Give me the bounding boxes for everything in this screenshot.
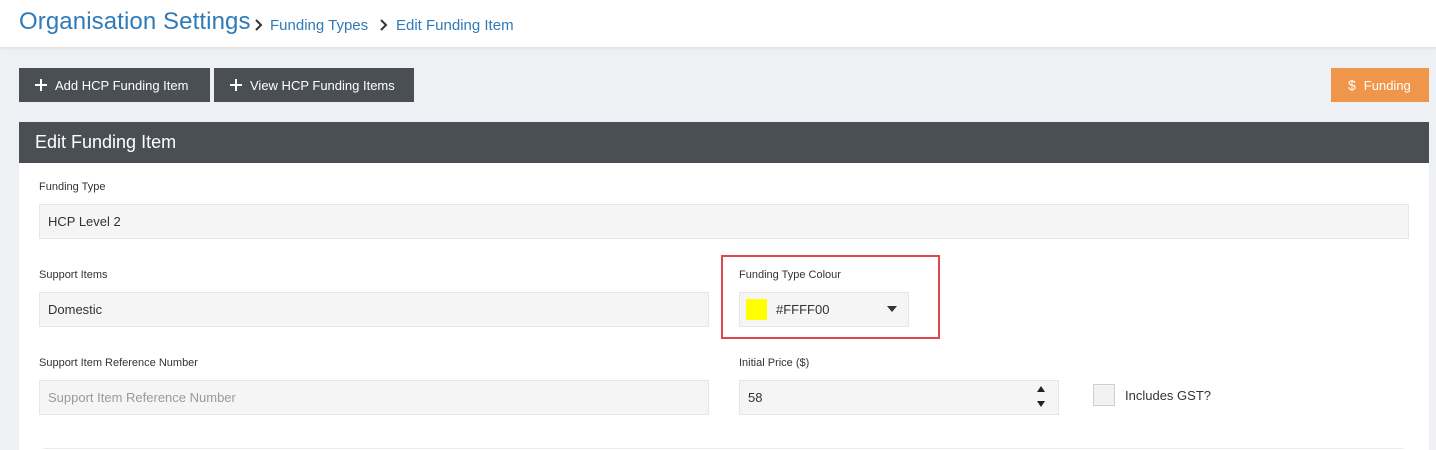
includes-gst-label: Includes GST?: [1125, 388, 1211, 403]
breadcrumb-funding-types[interactable]: Funding Types: [270, 17, 368, 34]
chevron-right-icon: [252, 15, 266, 35]
funding-type-label: Funding Type: [39, 181, 106, 193]
increment-arrow-icon[interactable]: [1037, 386, 1045, 392]
funding-button[interactable]: $ Funding: [1331, 68, 1429, 102]
initial-price-value: 58: [748, 390, 763, 405]
colour-swatch: [746, 299, 767, 320]
funding-type-colour-label: Funding Type Colour: [739, 269, 841, 281]
support-item-ref-label: Support Item Reference Number: [39, 357, 198, 369]
support-item-ref-placeholder: Support Item Reference Number: [48, 390, 236, 405]
view-hcp-funding-items-label: View HCP Funding Items: [250, 77, 395, 93]
page-title: Organisation Settings: [19, 8, 251, 35]
caret-down-icon[interactable]: [887, 306, 897, 312]
includes-gst-checkbox[interactable]: [1093, 384, 1115, 406]
support-items-value: Domestic: [48, 302, 103, 317]
funding-type-field[interactable]: HCP Level 2: [39, 204, 1409, 239]
support-items-label: Support Items: [39, 269, 108, 281]
chevron-right-icon: [377, 15, 391, 35]
divider: [43, 448, 1403, 449]
support-items-field[interactable]: Domestic: [39, 292, 709, 327]
plus-icon: [35, 79, 47, 91]
support-item-ref-field[interactable]: Support Item Reference Number: [39, 380, 709, 415]
initial-price-field[interactable]: 58: [739, 380, 1059, 415]
funding-button-label: Funding: [1363, 77, 1411, 93]
panel-title: Edit Funding Item: [35, 132, 177, 152]
funding-type-value: HCP Level 2: [48, 214, 121, 229]
funding-type-colour-value: #FFFF00: [776, 302, 830, 317]
initial-price-label: Initial Price ($): [739, 357, 810, 369]
add-hcp-funding-item-button[interactable]: Add HCP Funding Item: [19, 68, 210, 102]
view-hcp-funding-items-button[interactable]: View HCP Funding Items: [214, 68, 414, 102]
panel-header: Edit Funding Item: [19, 122, 1429, 163]
plus-icon: [230, 79, 242, 91]
decrement-arrow-icon[interactable]: [1037, 401, 1045, 407]
breadcrumb-edit-funding-item[interactable]: Edit Funding Item: [396, 17, 514, 34]
add-hcp-funding-item-label: Add HCP Funding Item: [55, 77, 189, 93]
top-bar: Organisation Settings Funding Types Edit…: [0, 0, 1436, 48]
dollar-icon: $: [1348, 77, 1356, 93]
